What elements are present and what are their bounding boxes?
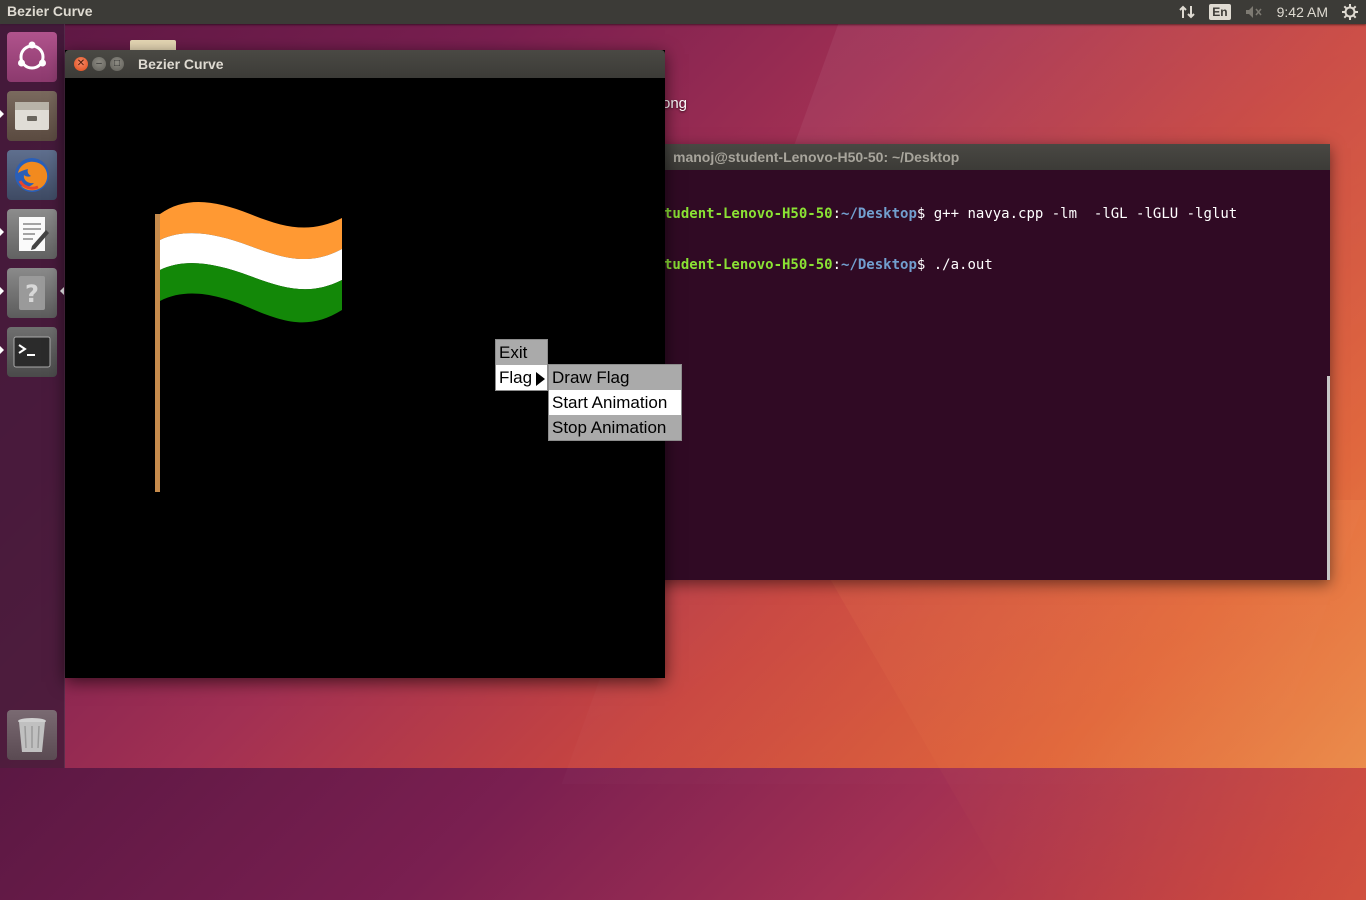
terminal-line: tudent-Lenovo-H50-50:~/Desktop$ ./a.out bbox=[560, 257, 1330, 274]
window-title: Bezier Curve bbox=[138, 56, 224, 72]
prompt-path: ~/Desktop bbox=[841, 206, 917, 222]
prompt-path: ~/Desktop bbox=[841, 257, 917, 273]
menu-item-draw-flag[interactable]: Draw Flag bbox=[549, 365, 681, 390]
gear-icon[interactable] bbox=[1342, 4, 1358, 20]
terminal-title: manoj@student-Lenovo-H50-50: ~/Desktop bbox=[673, 149, 960, 165]
maximize-button[interactable]: □ bbox=[110, 57, 124, 71]
terminal-titlebar[interactable]: manoj@student-Lenovo-H50-50: ~/Desktop bbox=[560, 144, 1330, 170]
bezier-titlebar[interactable]: ✕ – □ Bezier Curve bbox=[65, 50, 665, 78]
firefox-icon bbox=[15, 158, 49, 192]
context-menu: Exit Flag bbox=[495, 339, 548, 391]
help-launcher[interactable]: ? bbox=[7, 268, 57, 318]
prompt-user: tudent-Lenovo-H50-50 bbox=[664, 206, 833, 222]
prompt-separator: : bbox=[832, 257, 842, 273]
running-indicator bbox=[0, 346, 4, 354]
active-app-title: Bezier Curve bbox=[7, 3, 93, 19]
firefox-launcher[interactable] bbox=[7, 150, 57, 200]
prompt-user: tudent-Lenovo-H50-50 bbox=[664, 257, 833, 273]
command-text: g++ navya.cpp -lm -lGL -lGLU -lglut bbox=[925, 206, 1238, 222]
flag-pole bbox=[155, 214, 160, 492]
terminal-output[interactable]: tudent-Lenovo-H50-50:~/Desktop$ g++ navy… bbox=[560, 170, 1330, 308]
terminal-line: tudent-Lenovo-H50-50:~/Desktop$ g++ navy… bbox=[560, 206, 1330, 223]
terminal-launcher[interactable] bbox=[7, 327, 57, 377]
question-mark-icon: ? bbox=[19, 276, 45, 310]
menu-item-flag[interactable]: Flag bbox=[496, 365, 547, 390]
menu-item-start-animation[interactable]: Start Animation bbox=[549, 390, 681, 415]
files-launcher[interactable] bbox=[7, 91, 57, 141]
ubuntu-dash-button[interactable] bbox=[7, 32, 57, 82]
trash-icon bbox=[18, 718, 46, 752]
minimize-button[interactable]: – bbox=[92, 57, 106, 71]
terminal-icon bbox=[13, 336, 51, 368]
top-panel: Bezier Curve En 9:42 AM bbox=[0, 0, 1366, 24]
terminal-window[interactable]: manoj@student-Lenovo-H50-50: ~/Desktop t… bbox=[560, 144, 1330, 580]
terminal-scrollbar[interactable] bbox=[1327, 376, 1330, 580]
svg-text:?: ? bbox=[25, 280, 39, 308]
text-editor-icon bbox=[19, 217, 49, 251]
indicator-area: En 9:42 AM bbox=[1165, 0, 1366, 24]
ubuntu-logo-icon bbox=[18, 41, 46, 70]
desktop-icon-label[interactable]: ong bbox=[662, 95, 687, 112]
network-icon[interactable] bbox=[1179, 4, 1195, 20]
volume-muted-icon[interactable] bbox=[1245, 5, 1263, 19]
focused-indicator bbox=[60, 287, 64, 295]
submenu-arrow-icon bbox=[536, 372, 545, 386]
trash-launcher[interactable] bbox=[7, 710, 57, 760]
flag-submenu: Draw Flag Start Animation Stop Animation bbox=[548, 364, 682, 441]
menu-item-flag-label: Flag bbox=[499, 368, 533, 387]
command-text: ./a.out bbox=[925, 257, 993, 273]
running-indicator bbox=[0, 110, 4, 118]
menu-item-exit[interactable]: Exit bbox=[496, 340, 547, 365]
text-editor-launcher[interactable] bbox=[7, 209, 57, 259]
launcher: ? bbox=[0, 24, 65, 768]
menu-item-stop-animation[interactable]: Stop Animation bbox=[549, 415, 681, 440]
file-cabinet-icon bbox=[15, 102, 49, 130]
running-indicator bbox=[0, 228, 4, 236]
keyboard-language-indicator[interactable]: En bbox=[1209, 4, 1231, 20]
prompt-separator: : bbox=[832, 206, 842, 222]
running-indicator bbox=[0, 287, 4, 295]
close-button[interactable]: ✕ bbox=[74, 57, 88, 71]
clock[interactable]: 9:42 AM bbox=[1277, 4, 1328, 20]
